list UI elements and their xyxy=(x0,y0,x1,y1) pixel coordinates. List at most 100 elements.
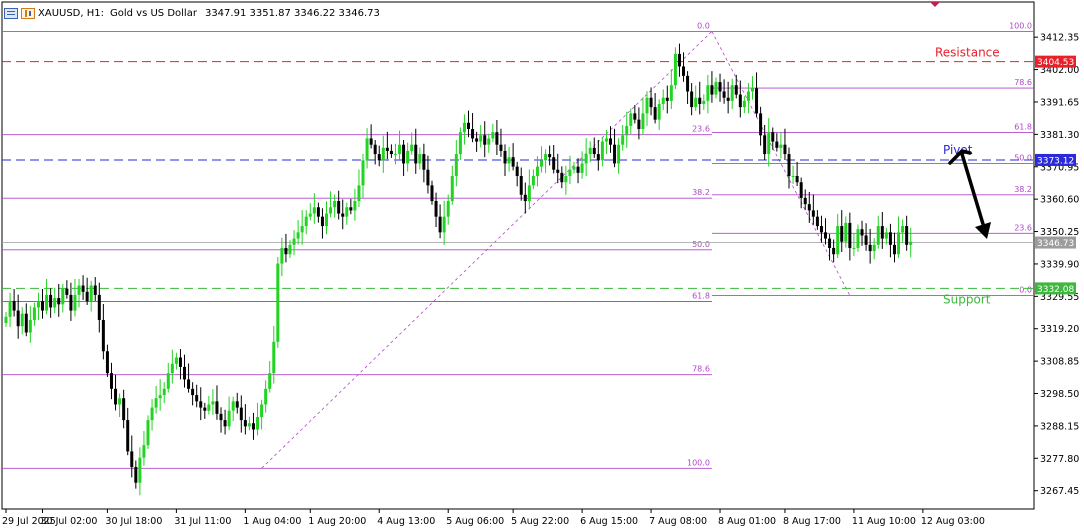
candle-bull xyxy=(256,416,260,430)
candle-bull xyxy=(836,226,840,255)
candle-bull xyxy=(162,388,166,396)
candle-bear xyxy=(718,82,722,92)
candle-bull xyxy=(345,207,349,217)
candle-bear xyxy=(888,232,892,245)
candle-bear xyxy=(402,144,406,164)
candle-bull xyxy=(531,175,535,186)
candle-bear xyxy=(377,154,381,161)
candle-bull xyxy=(876,226,880,245)
candle-bear xyxy=(199,401,203,408)
candle-bear xyxy=(771,132,775,142)
candle-bull xyxy=(361,160,365,186)
candle-bull xyxy=(28,319,32,333)
candle-bear xyxy=(24,313,28,333)
candle-bear xyxy=(556,169,560,173)
candle-bull xyxy=(296,232,300,239)
candle-bear xyxy=(219,413,223,421)
candle-bear xyxy=(811,210,815,217)
candle-bear xyxy=(495,132,499,145)
candle-bull xyxy=(856,229,860,248)
candle-bull xyxy=(604,138,608,142)
candle-bull xyxy=(280,247,284,264)
x-tick-label: 1 Aug 04:00 xyxy=(243,516,301,527)
x-tick-label: 11 Aug 10:00 xyxy=(852,516,916,527)
candle-bear xyxy=(722,91,726,98)
candle-bull xyxy=(36,301,40,308)
resistance-annotation: Resistance xyxy=(935,46,1000,60)
candle-bear xyxy=(385,147,389,151)
period-separator-marker xyxy=(930,2,940,7)
candle-bear xyxy=(426,169,430,186)
candle-bear xyxy=(734,85,738,95)
hline-price-label: 3404.53 xyxy=(1037,58,1074,68)
candle-bear xyxy=(868,244,872,252)
candle-bull xyxy=(600,141,604,161)
candle-bear xyxy=(860,229,864,236)
y-tick-label: 3298.50 xyxy=(1040,389,1079,400)
candle-bull xyxy=(32,307,36,320)
candle-bull xyxy=(353,201,357,211)
candle-bear xyxy=(795,175,799,183)
candle-bear xyxy=(122,398,126,421)
y-tick-label: 3339.90 xyxy=(1040,259,1079,270)
fib-left-level-label: 23.6 xyxy=(692,125,710,134)
candle-bear xyxy=(85,291,89,302)
candle-bull xyxy=(227,410,231,427)
x-tick-label: 30 Jul 02:00 xyxy=(41,516,98,527)
candle-bear xyxy=(414,144,418,164)
candle-bear xyxy=(815,216,819,227)
candle-bear xyxy=(483,135,487,145)
fib-right-level-label: 61.8 xyxy=(1014,122,1032,131)
fib-left-level-label: 38.2 xyxy=(692,188,710,197)
x-tick-label: 31 Jul 11:00 xyxy=(174,516,231,527)
candle-bear xyxy=(519,175,523,195)
candle-bull xyxy=(288,244,292,255)
candle-bear xyxy=(905,226,909,245)
candle-bear xyxy=(503,150,507,164)
candle-bear xyxy=(223,420,227,427)
candle-bear xyxy=(592,147,596,155)
candle-bull xyxy=(170,363,174,374)
candle-bear xyxy=(759,113,763,136)
candle-bear xyxy=(613,144,617,164)
candle-bear xyxy=(471,129,475,139)
candle-bull xyxy=(540,160,544,167)
candle-bull xyxy=(442,216,446,233)
candle-bear xyxy=(41,301,45,311)
fib-right-level-label: 78.6 xyxy=(1014,78,1032,87)
candle-bull xyxy=(507,157,511,164)
price-chart[interactable]: 3412.353402.003391.653381.303370.953360.… xyxy=(0,0,1084,531)
candle-bull xyxy=(450,175,454,202)
candle-bear xyxy=(389,150,393,155)
candle-bull xyxy=(694,97,698,108)
hline-price-label: 3332.08 xyxy=(1037,285,1074,295)
candle-bear xyxy=(824,232,828,239)
x-tick-label: 6 Aug 15:00 xyxy=(580,516,638,527)
candle-bull xyxy=(884,232,888,239)
candle-bull xyxy=(118,398,122,405)
candle-bear xyxy=(203,407,207,411)
candle-bear xyxy=(686,75,690,92)
candle-bull xyxy=(142,445,146,458)
candle-bear xyxy=(284,247,288,255)
candle-bull xyxy=(308,213,312,217)
candle-bear xyxy=(763,135,767,155)
candle-bull xyxy=(154,398,158,408)
candle-bull xyxy=(304,216,308,227)
candle-bull xyxy=(872,244,876,252)
candle-bull xyxy=(629,113,633,126)
fib-right-level-label: 0.0 xyxy=(1019,286,1032,295)
fib-right-level-label: 23.6 xyxy=(1014,223,1032,232)
candle-bull xyxy=(418,154,422,164)
fib-right-level-label: 100.0 xyxy=(1009,21,1032,30)
candle-bull xyxy=(292,238,296,245)
candle-bear xyxy=(726,97,730,101)
candle-bull xyxy=(568,169,572,176)
x-tick-label: 5 Aug 22:00 xyxy=(511,516,569,527)
candle-bear xyxy=(101,319,105,352)
candle-bear xyxy=(373,144,377,155)
candle-bull xyxy=(669,85,673,101)
candle-bear xyxy=(892,244,896,255)
candle-bull xyxy=(742,100,746,108)
candle-bear xyxy=(12,301,16,311)
